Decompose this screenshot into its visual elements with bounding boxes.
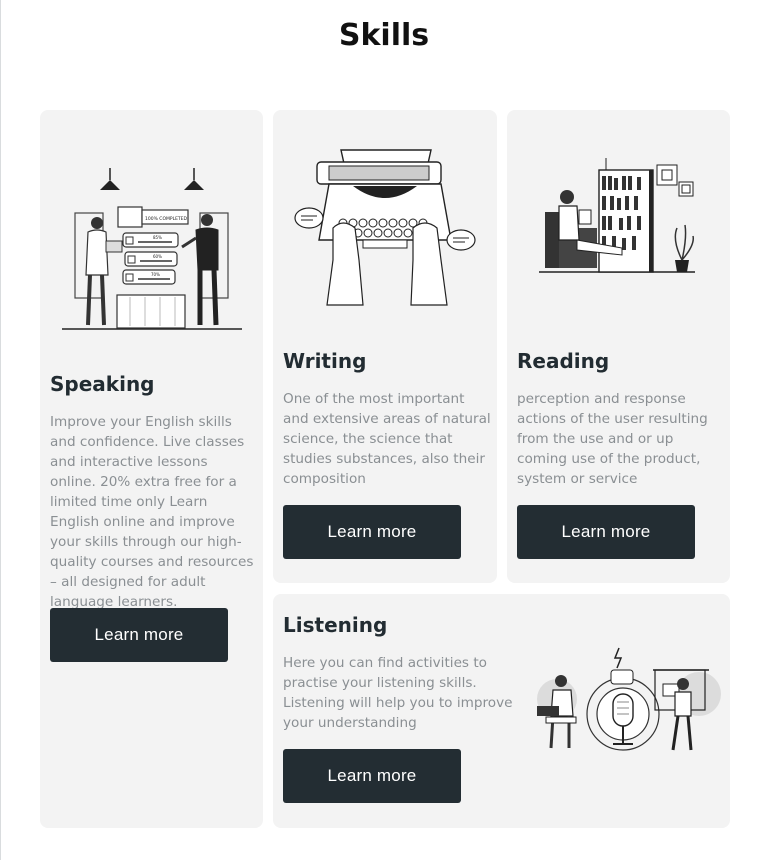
- typewriter-illustration-icon: [294, 149, 476, 306]
- podcast-illustration-icon: [537, 647, 721, 751]
- page-title: Skills: [338, 18, 430, 53]
- listening-title: Listening: [283, 613, 388, 637]
- writing-title: Writing: [283, 349, 367, 373]
- listening-card: Listening Here you can find activities t…: [273, 594, 730, 828]
- speaking-learn-more-button[interactable]: Learn more: [50, 608, 228, 662]
- bar3-label: 70%: [151, 272, 160, 277]
- listening-description: Here you can find activities to practise…: [283, 655, 513, 731]
- speaking-illustration-icon: 100% COMPLETED 85% 60% 70%: [62, 168, 242, 330]
- speaking-card: 100% COMPLETED 85% 60% 70% Speaking Impr…: [40, 110, 263, 828]
- page-left-border: [0, 0, 1, 860]
- speaking-description: Improve your English skills and confiden…: [50, 414, 254, 610]
- reading-card: Reading perception and response actions …: [507, 110, 730, 583]
- reading-learn-more-button[interactable]: Learn more: [517, 505, 695, 559]
- listening-learn-more-button[interactable]: Learn more: [283, 749, 461, 803]
- reading-illustration-icon: [539, 158, 695, 273]
- reading-description: perception and response actions of the u…: [517, 391, 708, 487]
- speaking-title: Speaking: [50, 372, 155, 396]
- writing-description: One of the most important and extensive …: [283, 391, 491, 487]
- illustration-header-text: 100% COMPLETED: [145, 216, 188, 222]
- reading-title: Reading: [517, 349, 610, 373]
- bar2-label: 60%: [153, 254, 162, 259]
- bar1-label: 85%: [153, 235, 162, 240]
- writing-card: Writing One of the most important and ex…: [273, 110, 497, 583]
- writing-learn-more-button[interactable]: Learn more: [283, 505, 461, 559]
